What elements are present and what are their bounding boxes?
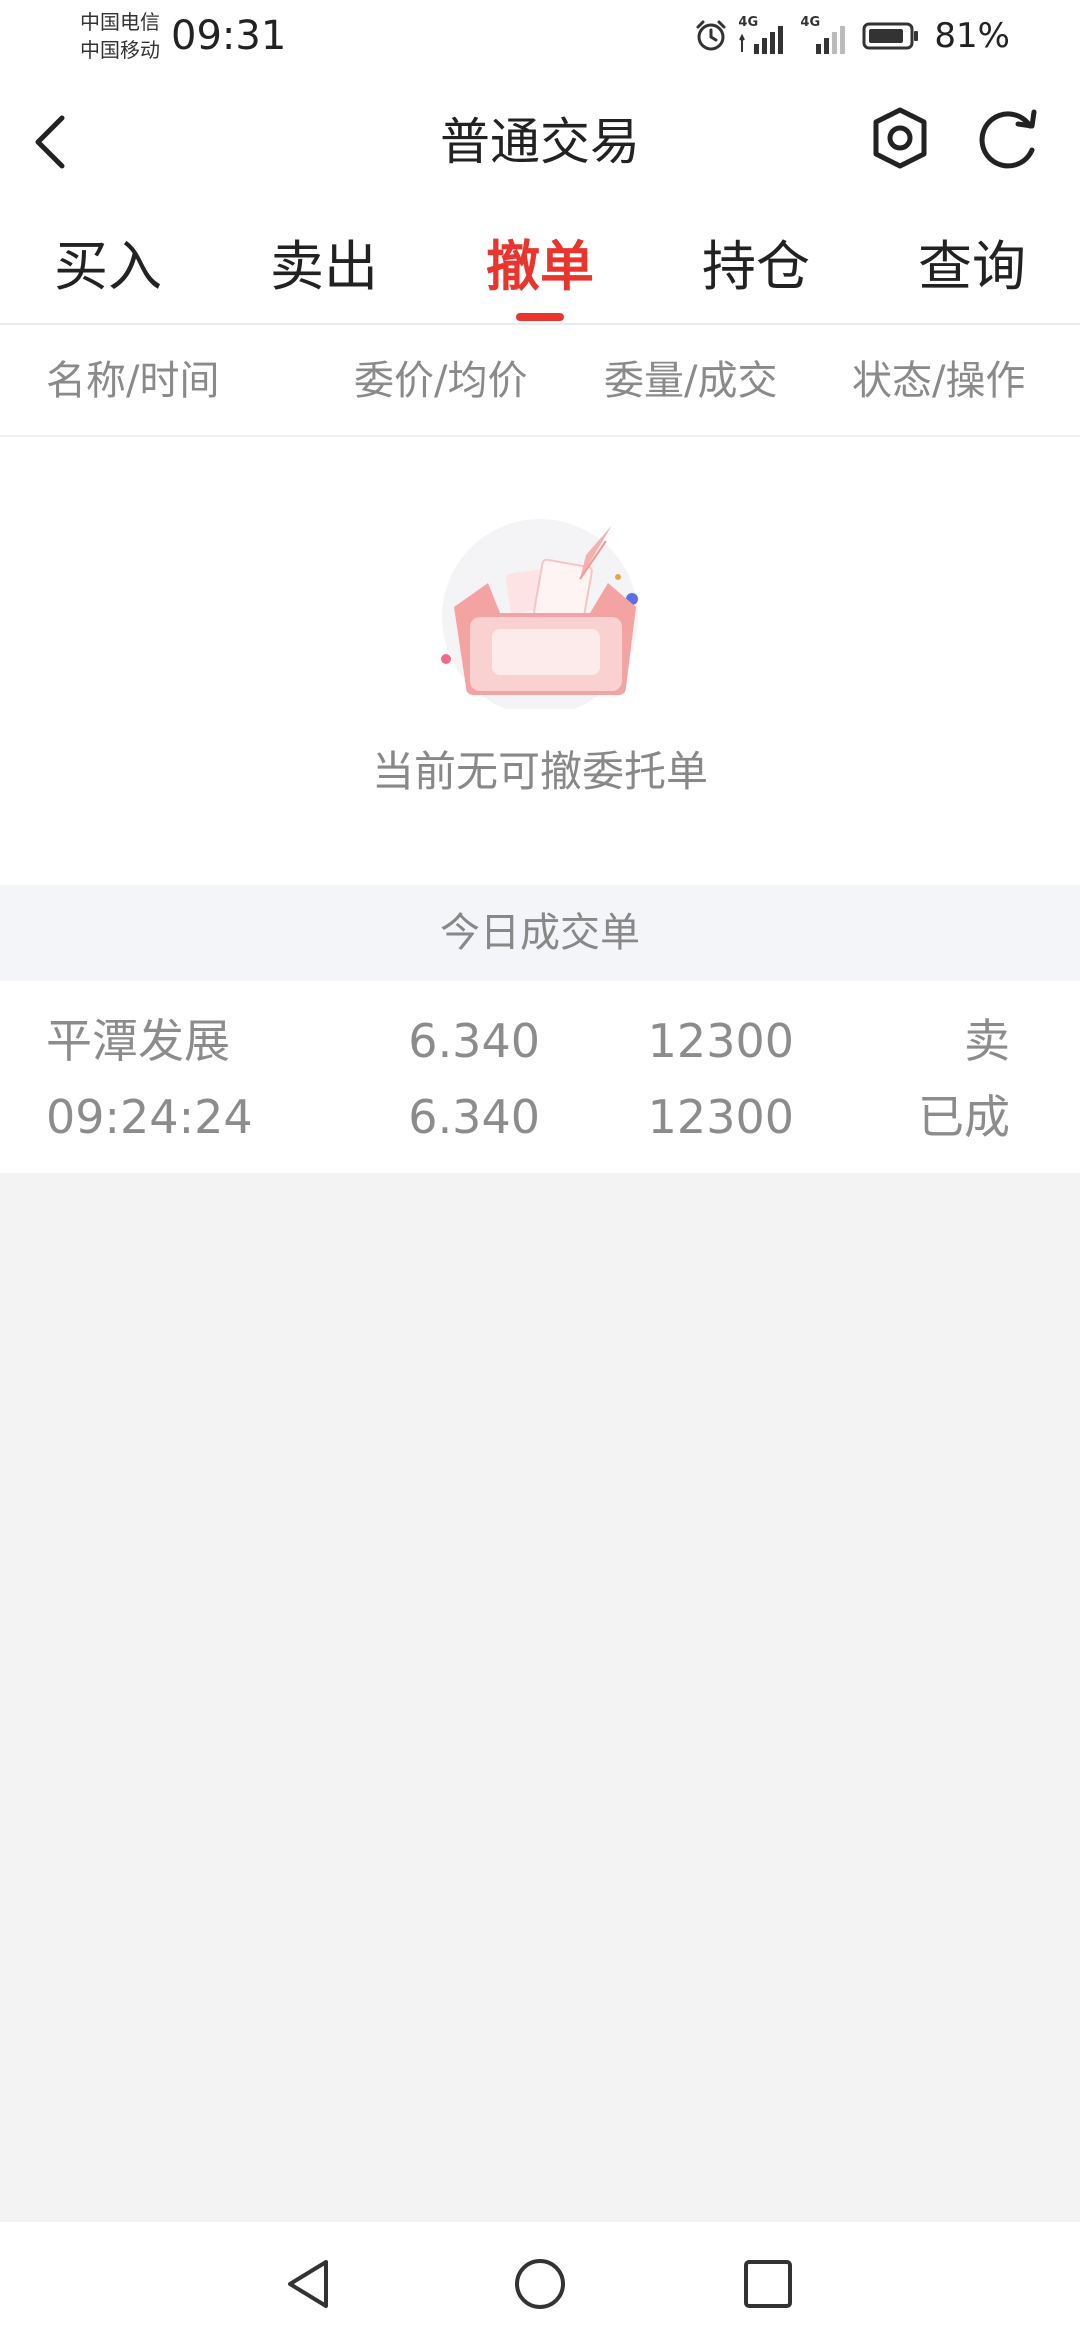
empty-box-illustration — [441, 519, 638, 709]
tab-positions[interactable]: 持仓 — [666, 226, 846, 316]
status-bar: 中国电信 中国移动 09:31 4G 4G 81% — [0, 0, 1080, 72]
status-icons: 4G 4G 81% — [694, 14, 1010, 58]
trade-filled-qty: 12300 — [647, 1090, 794, 1144]
alarm-icon — [696, 20, 726, 51]
tab-buy[interactable]: 买入 — [18, 226, 198, 316]
trade-stock-name: 平潭发展 — [46, 1014, 230, 1068]
trade-order-qty: 12300 — [647, 1014, 794, 1068]
system-nav-bar — [0, 2222, 1080, 2340]
empty-message: 当前无可撤委托单 — [371, 747, 708, 796]
nav-home-icon[interactable] — [510, 2254, 570, 2314]
today-trades-header: 今日成交单 — [0, 885, 1080, 981]
column-status: 状态/操作 — [852, 358, 1026, 404]
trade-order-price: 6.340 — [408, 1014, 540, 1068]
trade-row[interactable]: 平潭发展 09:24:24 6.340 6.340 12300 12300 卖 … — [0, 981, 1080, 1173]
trade-direction: 卖 — [964, 1014, 1010, 1068]
tab-query[interactable]: 查询 — [882, 226, 1062, 316]
nav-recents-icon[interactable] — [738, 2254, 798, 2314]
nav-back-icon[interactable] — [280, 2254, 340, 2314]
signal-icon-2: 4G — [800, 16, 852, 56]
refresh-icon[interactable] — [972, 104, 1046, 172]
battery-percent: 81% — [934, 16, 1010, 56]
app-header: 普通交易 — [0, 72, 1080, 212]
trade-status: 已成 — [918, 1090, 1010, 1144]
carrier-1: 中国电信 — [80, 10, 160, 34]
carrier-2: 中国移动 — [80, 38, 160, 62]
active-tab-indicator — [516, 313, 564, 321]
carrier-info: 中国电信 中国移动 — [80, 8, 160, 64]
tab-cancel-order[interactable]: 撤单 — [450, 226, 630, 316]
battery-icon — [862, 22, 919, 50]
column-price: 委价/均价 — [354, 358, 528, 404]
tab-sell[interactable]: 卖出 — [234, 226, 414, 316]
status-time: 09:31 — [171, 13, 287, 59]
tab-bar: 买入 卖出 撤单 持仓 查询 — [0, 212, 1080, 325]
empty-state: 当前无可撤委托单 — [0, 437, 1080, 885]
trade-avg-price: 6.340 — [408, 1090, 540, 1144]
column-header: 名称/时间 委价/均价 委量/成交 状态/操作 — [0, 325, 1080, 437]
trade-time: 09:24:24 — [46, 1090, 253, 1144]
column-quantity: 委量/成交 — [604, 358, 778, 404]
column-name-time: 名称/时间 — [46, 358, 220, 404]
signal-icon: 4G — [738, 16, 790, 56]
settings-icon[interactable] — [866, 104, 934, 172]
